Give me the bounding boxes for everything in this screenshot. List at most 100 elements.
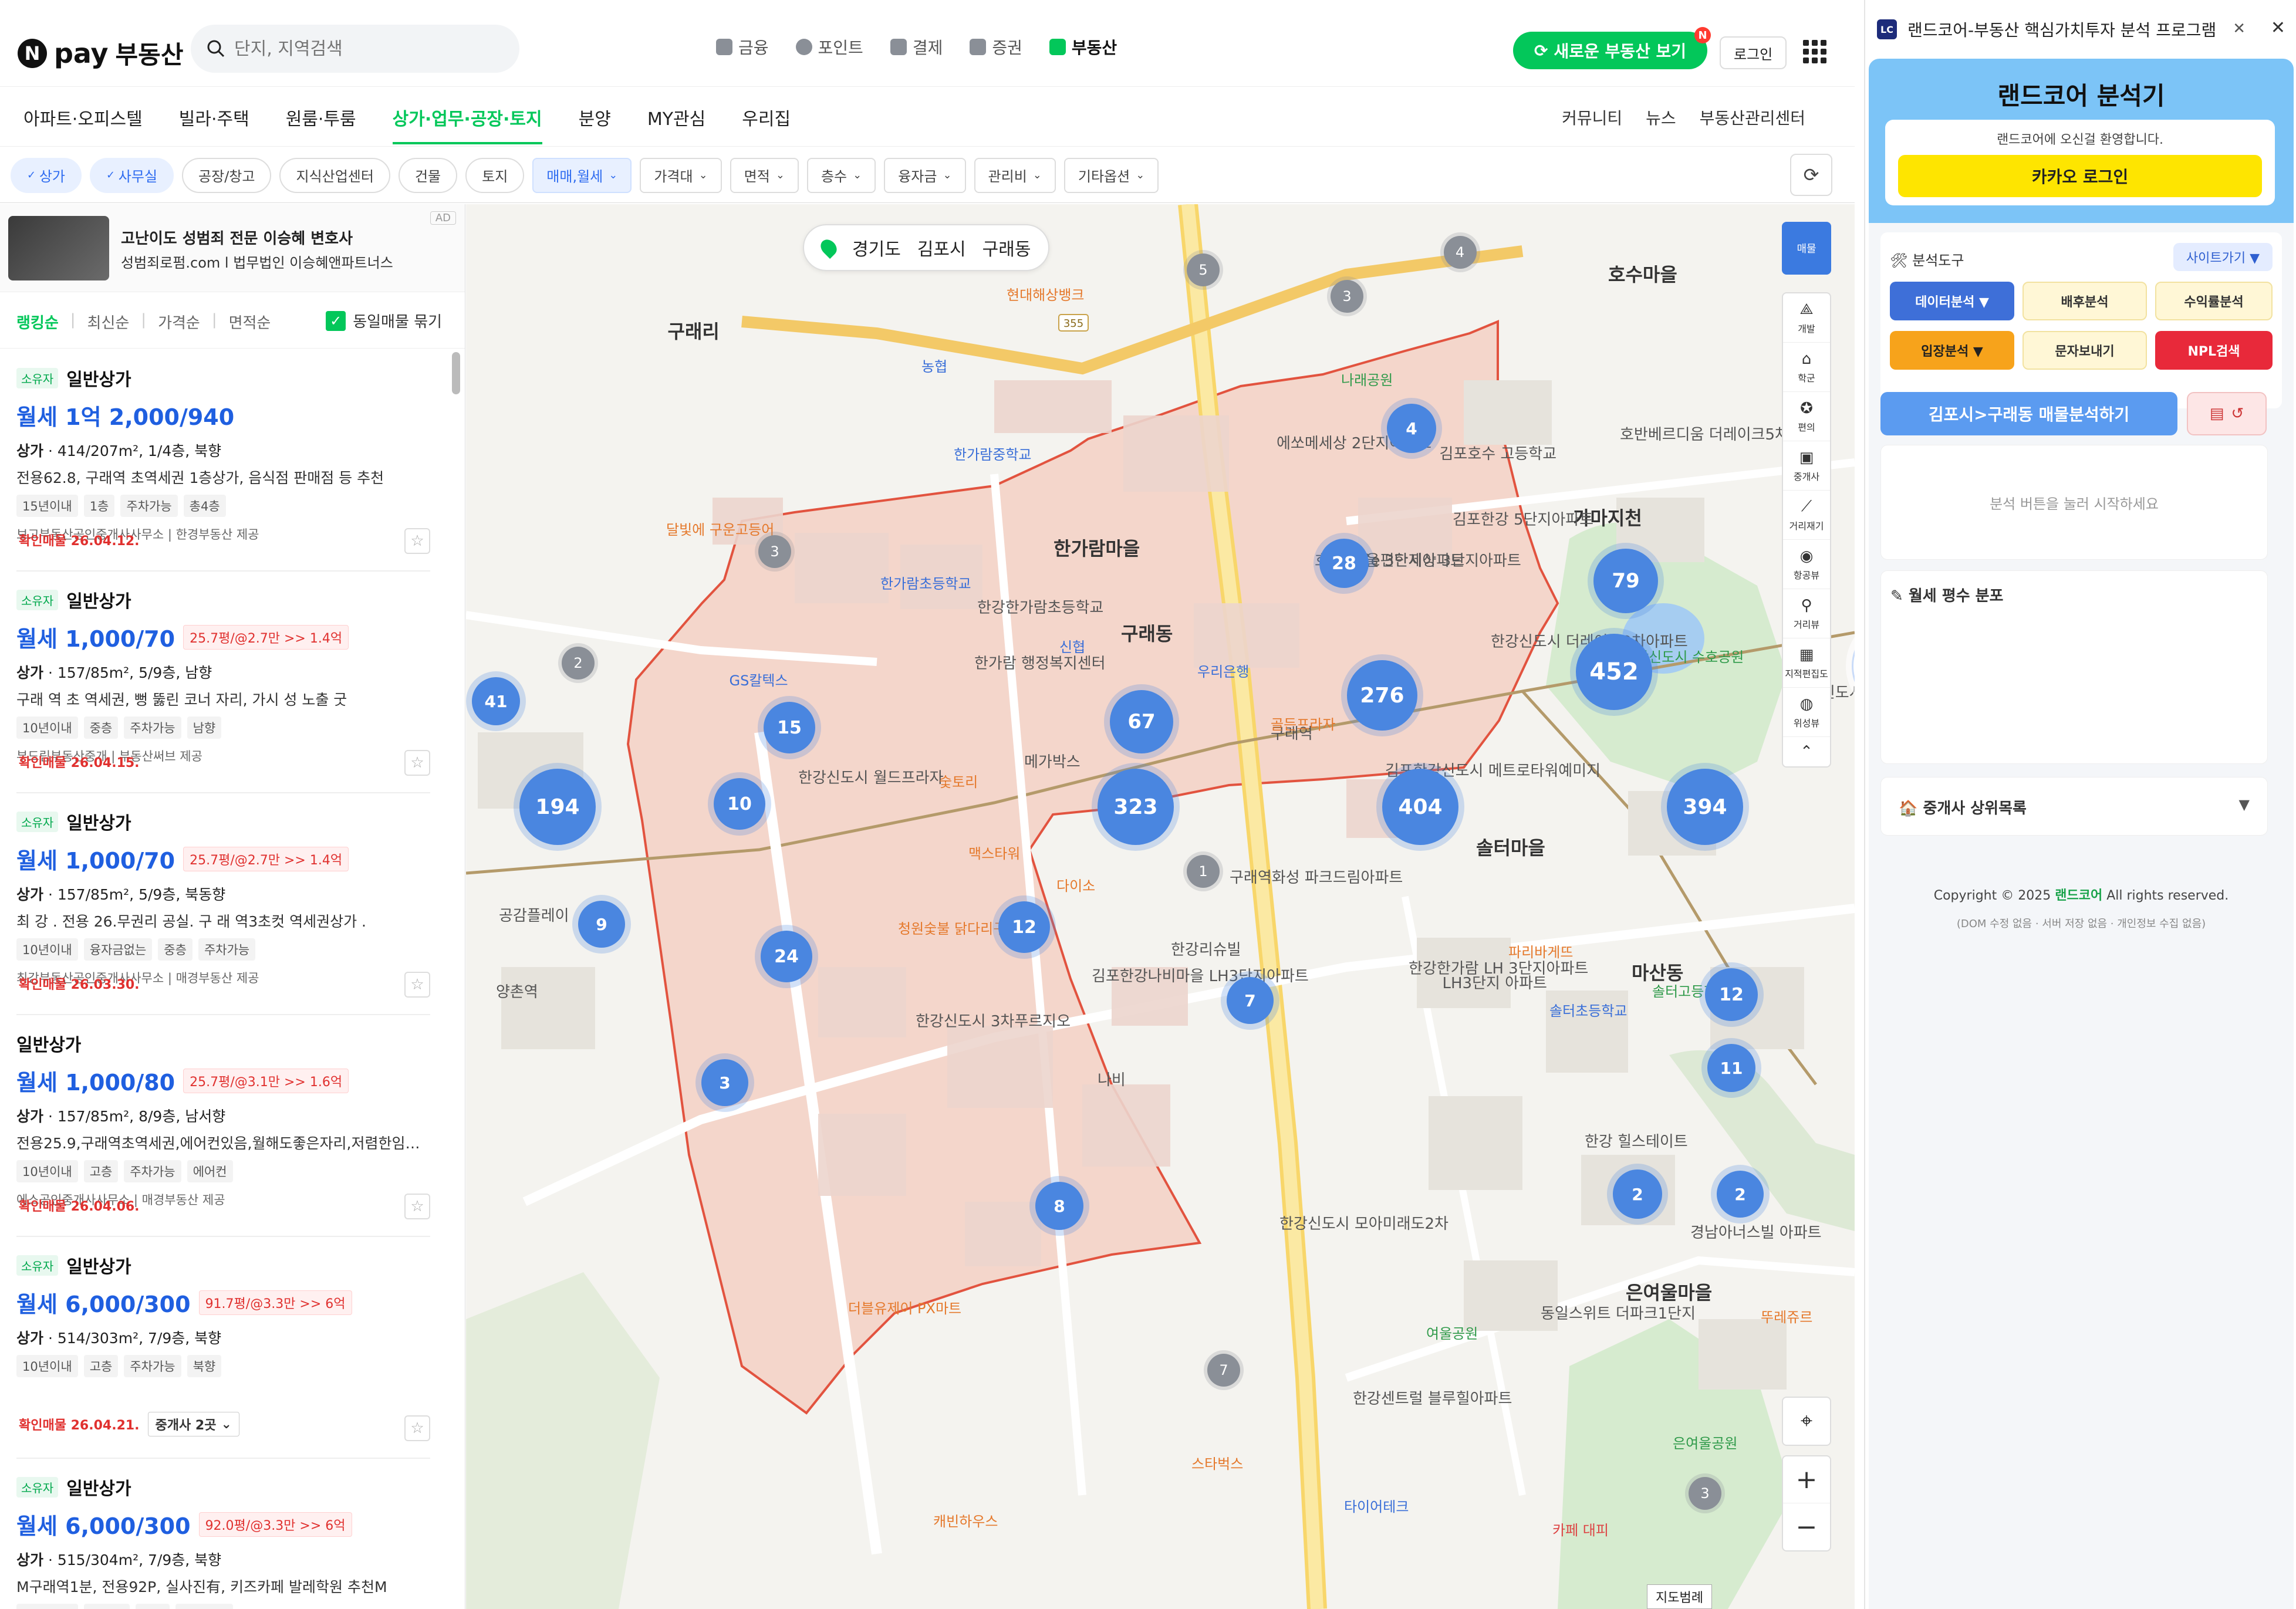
favorite-star-icon[interactable]: ☆ bbox=[404, 972, 430, 998]
sort-ranking[interactable]: 랭킹순 bbox=[16, 311, 59, 333]
tab-apartment[interactable]: 아파트·오피스텔 bbox=[23, 104, 143, 144]
link-news[interactable]: 뉴스 bbox=[1646, 106, 1676, 129]
group-same-checkbox[interactable]: ✓ 동일매물 묶기 bbox=[326, 310, 442, 332]
zoom-in-button[interactable]: + bbox=[1783, 1456, 1830, 1503]
sort-price[interactable]: 가격순 bbox=[158, 311, 200, 333]
map-cluster-marker[interactable]: 79 bbox=[1593, 549, 1658, 613]
favorite-star-icon[interactable]: ☆ bbox=[404, 1415, 430, 1441]
location-breadcrumb[interactable]: 경기도 김포시 구래동 bbox=[803, 224, 1050, 271]
site-go-button[interactable]: 사이트가기 ▼ bbox=[2173, 243, 2273, 271]
map-cluster-marker[interactable]: 276 bbox=[1347, 660, 1417, 731]
chip-store[interactable]: ✓ 상가 bbox=[11, 157, 82, 193]
agents-dropdown[interactable]: 중개사 2곳 ⌄ bbox=[147, 1412, 239, 1436]
map-cluster-marker[interactable]: 5 bbox=[1187, 253, 1220, 286]
dropdown-maintenance[interactable]: 관리비 ⌄ bbox=[974, 157, 1056, 193]
background-analysis-button[interactable]: 배후분석 bbox=[2022, 282, 2147, 320]
nav-realestate[interactable]: 부동산 bbox=[1049, 35, 1117, 59]
chip-office[interactable]: ✓ 사무실 bbox=[89, 157, 174, 193]
dropdown-floor[interactable]: 층수 ⌄ bbox=[806, 157, 876, 193]
listing-item[interactable]: 일반상가 월세 1,000/80 25.7평/@3.1만 >> 1.6억 상가 · 1… bbox=[16, 1015, 430, 1237]
tab-my-home[interactable]: 우리집 bbox=[742, 104, 791, 144]
sort-area[interactable]: 면적순 bbox=[229, 311, 271, 333]
map-cluster-marker[interactable]: 194 bbox=[519, 769, 596, 845]
listing-item[interactable]: 소유자 일반상가 월세 6,000/300 92.0평/@3.3만 >> 6억 상가 ·… bbox=[16, 1459, 430, 1609]
map-cluster-marker[interactable]: 2 bbox=[562, 647, 595, 680]
map-cluster-marker[interactable]: 323 bbox=[1098, 769, 1174, 845]
dropdown-area[interactable]: 면적 ⌄ bbox=[730, 157, 799, 193]
tool-convenience[interactable]: ✪ 편의 bbox=[1783, 392, 1830, 441]
link-management-center[interactable]: 부동산관리센터 bbox=[1700, 106, 1805, 129]
map-cluster-marker[interactable]: 3 bbox=[701, 1059, 748, 1106]
login-button[interactable]: 로그인 bbox=[1720, 36, 1787, 69]
tool-school[interactable]: ⌂ 학군 bbox=[1783, 343, 1830, 392]
map-cluster-marker[interactable]: 9 bbox=[578, 901, 625, 948]
chip-factory[interactable]: 공장/창고 bbox=[182, 157, 272, 193]
map-cluster-marker[interactable]: 2 bbox=[1613, 1169, 1662, 1219]
map-cluster-marker[interactable]: 41 bbox=[472, 677, 520, 725]
tool-agent[interactable]: ▣ 중개사 bbox=[1783, 441, 1830, 491]
listing-item[interactable]: 소유자 일반상가 월세 1,000/70 25.7평/@2.7만 >> 1.4억 상가 … bbox=[16, 793, 430, 1015]
favorite-star-icon[interactable]: ☆ bbox=[404, 528, 430, 554]
tool-development[interactable]: ⟁ 개발 bbox=[1783, 293, 1830, 343]
tool-listing-toggle[interactable]: 매물 bbox=[1782, 222, 1831, 275]
search-input[interactable] bbox=[234, 38, 481, 59]
map-cluster-marker[interactable]: 4 bbox=[1387, 404, 1436, 453]
tool-aerial[interactable]: ◉ 항공뷰 bbox=[1783, 540, 1830, 589]
map-cluster-marker[interactable]: 394 bbox=[1667, 769, 1743, 845]
reset-icon[interactable]: ↺ bbox=[2231, 405, 2244, 422]
map-cluster-marker[interactable]: 3 bbox=[758, 535, 791, 568]
dropdown-deal-type[interactable]: 매매,월세 ⌄ bbox=[532, 157, 632, 193]
map-cluster-marker[interactable]: 24 bbox=[761, 931, 812, 982]
yield-analysis-button[interactable]: 수익률분석 bbox=[2155, 282, 2273, 320]
map-cluster-marker[interactable]: 3 bbox=[1331, 280, 1363, 313]
map-cluster-marker[interactable]: 11 bbox=[1707, 1044, 1755, 1092]
map-cluster-marker[interactable]: 452 bbox=[1576, 634, 1652, 710]
ad-banner[interactable]: 고난이도 성범죄 전문 이승혜 변호사 성범죄로펌.com l 법무법인 이승혜… bbox=[0, 204, 465, 292]
tab-my-interest[interactable]: MY관심 bbox=[647, 104, 705, 144]
close-icon[interactable]: ✕ bbox=[2271, 18, 2285, 38]
dropdown-other-options[interactable]: 기타옵션 ⌄ bbox=[1063, 157, 1159, 193]
map-cluster-marker[interactable]: 7 bbox=[1227, 977, 1274, 1024]
map-cluster-marker[interactable]: 67 bbox=[1110, 690, 1173, 753]
printer-icon[interactable]: ▤ bbox=[2210, 405, 2224, 422]
map-cluster-marker[interactable]: 12 bbox=[998, 901, 1050, 953]
listing-item[interactable]: 소유자 일반상가 월세 1,000/70 25.7평/@2.7만 >> 1.4억 상가 … bbox=[16, 572, 430, 793]
my-location-button[interactable]: ⌖ bbox=[1782, 1397, 1831, 1446]
map-cluster-marker[interactable]: 10 bbox=[714, 778, 765, 830]
map-cluster-marker[interactable]: 12 bbox=[1705, 968, 1758, 1021]
tools-collapse-button[interactable]: ⌃ bbox=[1783, 737, 1830, 766]
map-view[interactable]: 355 경기도 김포시 구래동 구래리 한가람마을 구래동 호수마을 가마지천 솔터마을 은… bbox=[466, 204, 1855, 1609]
tab-villa[interactable]: 빌라·주택 bbox=[179, 104, 249, 144]
data-analysis-button[interactable]: 데이터분석 ▼ bbox=[1890, 282, 2014, 320]
map-cluster-marker[interactable]: 15 bbox=[764, 702, 815, 753]
map-cluster-marker[interactable]: 28 bbox=[1319, 539, 1369, 588]
reset-filter-button[interactable]: ⟳ bbox=[1790, 154, 1832, 196]
map-cluster-marker[interactable]: 7 bbox=[1207, 1354, 1240, 1387]
breadcrumb-province[interactable]: 경기도 bbox=[852, 235, 901, 261]
new-realestate-button[interactable]: ⟳ 새로운 부동산 보기 N bbox=[1513, 27, 1711, 69]
tool-measure[interactable]: ⟋ 거리재기 bbox=[1783, 491, 1830, 540]
nav-point[interactable]: 포인트 bbox=[795, 35, 863, 59]
zoom-out-button[interactable]: − bbox=[1783, 1503, 1830, 1550]
favorite-star-icon[interactable]: ☆ bbox=[404, 750, 430, 776]
send-sms-button[interactable]: 문자보내기 bbox=[2022, 331, 2147, 370]
map-cluster-marker[interactable]: 4 bbox=[1443, 236, 1477, 269]
listing-item[interactable]: 소유자 일반상가 월세 6,000/300 91.7평/@3.3만 >> 6억 상가 ·… bbox=[16, 1237, 430, 1459]
tab-commercial[interactable]: 상가·업무·공장·토지 bbox=[392, 104, 542, 144]
tool-streetview[interactable]: ⚲ 거리뷰 bbox=[1783, 589, 1830, 638]
map-cluster-marker[interactable]: 2 bbox=[1717, 1171, 1764, 1218]
tool-satellite[interactable]: ◍ 위성뷰 bbox=[1783, 688, 1830, 737]
nav-stock[interactable]: 증권 bbox=[970, 35, 1022, 59]
map-cluster-marker[interactable]: 8 bbox=[1035, 1182, 1083, 1230]
nav-finance[interactable]: 금융 bbox=[716, 35, 769, 59]
link-community[interactable]: 커뮤니티 bbox=[1562, 106, 1622, 129]
breadcrumb-dong[interactable]: 구래동 bbox=[982, 235, 1031, 261]
unpin-icon[interactable]: ✕ bbox=[2233, 20, 2246, 38]
broker-top-list[interactable]: 🏠 중개사 상위목록 ▼ bbox=[1880, 777, 2268, 836]
position-analysis-button[interactable]: 입장분석 ▼ bbox=[1890, 331, 2014, 370]
map-cluster-marker[interactable]: 3 bbox=[1689, 1477, 1721, 1510]
map-legend-button[interactable]: 지도범례 bbox=[1647, 1584, 1712, 1609]
favorite-star-icon[interactable]: ☆ bbox=[404, 1194, 430, 1219]
dropdown-price[interactable]: 가격대 ⌄ bbox=[640, 157, 722, 193]
map-cluster-marker[interactable]: 1 bbox=[1187, 855, 1220, 888]
